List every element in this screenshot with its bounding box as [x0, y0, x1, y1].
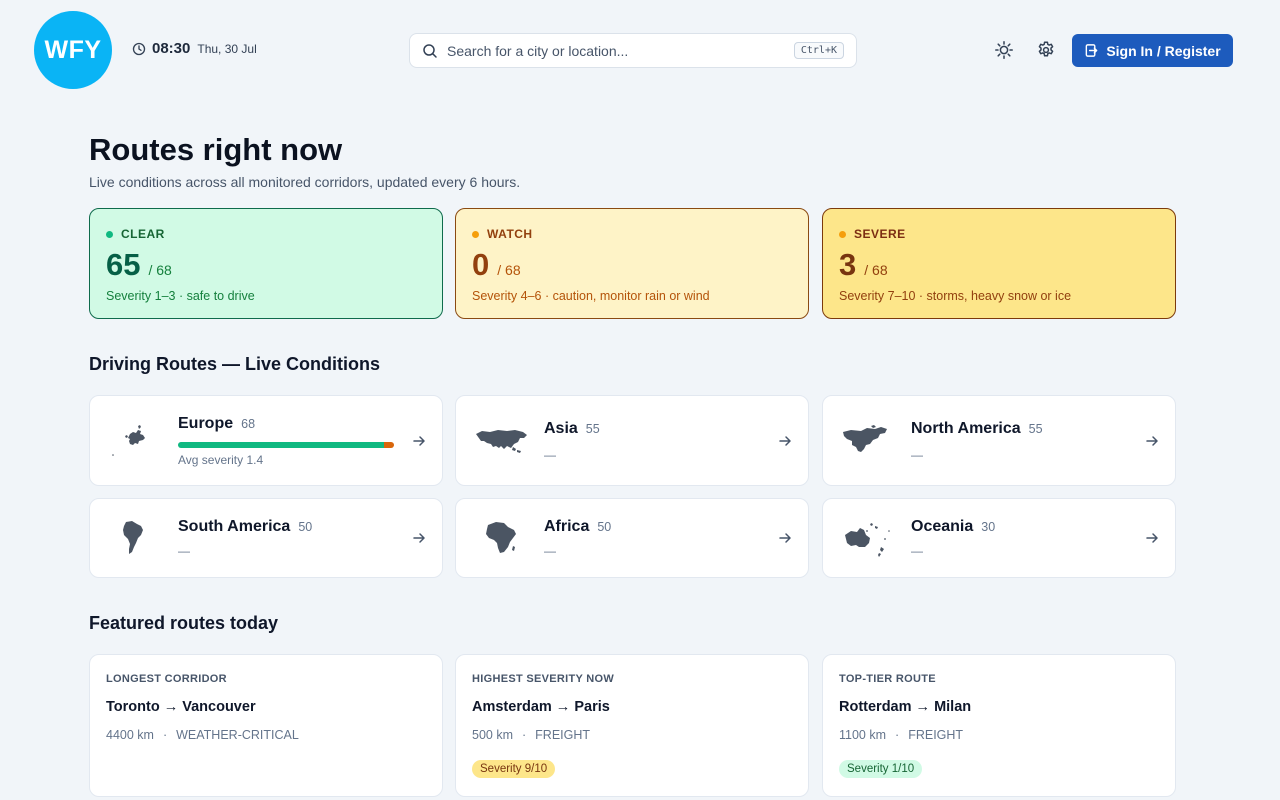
regions-section-title: Driving Routes — Live Conditions — [89, 354, 381, 374]
region-card-oceania[interactable]: Oceania 30 — — [822, 498, 1176, 578]
severity-bar — [178, 442, 394, 448]
region-count: 55 — [585, 422, 600, 436]
search-icon — [423, 43, 437, 58]
stat-description: Severity 4–6 · caution, monitor rain or … — [472, 289, 710, 303]
featured-tag: TOP-TIER ROUTE — [839, 673, 936, 685]
clock-time: 08:30 — [152, 40, 191, 57]
route-type: WEATHER-CRITICAL — [176, 728, 299, 742]
page-subtitle: Live conditions across all monitored cor… — [89, 174, 521, 190]
sign-in-button[interactable]: Sign In / Register — [1072, 34, 1233, 67]
severity-bar-severe — [384, 442, 394, 448]
featured-section-title: Featured routes today — [89, 613, 279, 633]
stat-label: WATCH — [487, 227, 533, 241]
region-count: 50 — [597, 520, 612, 534]
asia-map-icon — [476, 430, 527, 453]
region-subtitle: Avg severity 1.4 — [178, 453, 264, 467]
featured-card-highest-severity[interactable]: HIGHEST SEVERITY NOW Amsterdam → Paris 5… — [455, 654, 809, 797]
stat-value: 3 — [839, 247, 857, 282]
europe-map-icon — [112, 425, 145, 456]
region-subtitle: — — [544, 448, 556, 462]
stat-value: 0 — [472, 247, 490, 282]
page-title: Routes right now — [89, 132, 343, 167]
settings-button[interactable] — [1034, 38, 1058, 62]
region-card-europe[interactable]: Europe 68 Avg severity 1.4 — [89, 395, 443, 486]
stat-label: SEVERE — [854, 227, 906, 241]
watch-dot — [472, 230, 479, 238]
region-count: 50 — [298, 520, 313, 534]
stat-total: / 68 — [497, 262, 521, 278]
sign-in-icon — [1085, 44, 1098, 57]
south-america-map-icon — [123, 521, 143, 554]
top-bar: WFY 08:30 Thu, 30 Jul Ctrl+K Sign In / R… — [0, 0, 1280, 100]
region-count: 30 — [981, 520, 996, 534]
region-name: Europe — [178, 415, 234, 432]
route-type: FREIGHT — [908, 728, 964, 742]
featured-route: Amsterdam → Paris — [472, 699, 610, 715]
region-subtitle: — — [911, 448, 923, 462]
featured-tag: LONGEST CORRIDOR — [106, 673, 227, 685]
sign-in-label: Sign In / Register — [1106, 42, 1221, 59]
region-card-north-america[interactable]: North America 55 — — [822, 395, 1176, 486]
stat-description: Severity 1–3 · safe to drive — [106, 289, 255, 303]
region-name: Africa — [544, 518, 590, 535]
arrow-right-icon — [1146, 436, 1158, 446]
clock: 08:30 Thu, 30 Jul — [132, 40, 257, 57]
route-distance: 500 km — [472, 728, 513, 742]
region-card-africa[interactable]: Africa 50 — — [455, 498, 809, 578]
arrow-right-icon — [779, 436, 791, 446]
arrow-right-icon — [413, 533, 425, 543]
search-box[interactable]: Ctrl+K — [409, 33, 857, 68]
severity-badge: Severity 9/10 — [472, 760, 556, 778]
region-card-south-america[interactable]: South America 50 — — [89, 498, 443, 578]
search-input[interactable] — [447, 42, 794, 59]
severity-bar-clear — [178, 442, 385, 448]
featured-route: Toronto → Vancouver — [106, 699, 256, 715]
clock-icon — [132, 42, 146, 55]
region-name: North America — [911, 420, 1021, 437]
featured-tag: HIGHEST SEVERITY NOW — [472, 673, 615, 685]
gear-icon — [1038, 41, 1054, 57]
theme-toggle-button[interactable] — [992, 38, 1016, 62]
stat-total: / 68 — [148, 262, 172, 278]
arrow-right-icon — [1146, 533, 1158, 543]
region-name: South America — [178, 518, 291, 535]
meta-separator: · — [522, 728, 527, 742]
stat-label: CLEAR — [121, 227, 165, 241]
region-count: 68 — [241, 417, 256, 431]
region-subtitle: — — [911, 544, 923, 558]
africa-map-icon — [486, 522, 516, 553]
route-distance: 4400 km — [106, 728, 154, 742]
featured-card-top-tier[interactable]: TOP-TIER ROUTE Rotterdam → Milan 1100 km… — [822, 654, 1176, 797]
sun-icon — [995, 41, 1013, 59]
clock-date: Thu, 30 Jul — [197, 41, 257, 56]
clear-dot — [106, 230, 113, 238]
region-name: Oceania — [911, 518, 974, 535]
oceania-map-icon — [845, 523, 890, 557]
region-name: Asia — [544, 420, 578, 437]
route-type: FREIGHT — [535, 728, 591, 742]
stat-card-severe[interactable]: SEVERE 3 / 68 Severity 7–10 · storms, hea… — [822, 208, 1176, 319]
logo[interactable]: WFY — [34, 11, 112, 89]
route-distance: 1100 km — [839, 728, 887, 742]
stat-total: / 68 — [864, 262, 888, 278]
arrow-right-icon — [779, 533, 791, 543]
region-subtitle: — — [178, 544, 190, 558]
region-subtitle: — — [544, 544, 556, 558]
stat-description: Severity 7–10 · storms, heavy snow or ic… — [839, 289, 1072, 303]
search-shortcut: Ctrl+K — [793, 42, 844, 59]
severe-dot — [839, 230, 846, 238]
severity-badge: Severity 1/10 — [839, 760, 923, 778]
meta-separator: · — [895, 728, 900, 742]
region-card-asia[interactable]: Asia 55 — — [455, 395, 809, 486]
featured-card-longest[interactable]: LONGEST CORRIDOR Toronto → Vancouver 440… — [89, 654, 443, 797]
region-count: 55 — [1028, 422, 1043, 436]
featured-route: Rotterdam → Milan — [839, 699, 972, 715]
stat-card-clear[interactable]: CLEAR 65 / 68 Severity 1–3 · safe to driv… — [89, 208, 443, 319]
stat-value: 65 — [106, 247, 141, 282]
north-america-map-icon — [843, 425, 887, 452]
meta-separator: · — [162, 728, 168, 742]
stat-card-watch[interactable]: WATCH 0 / 68 Severity 4–6 · caution, moni… — [455, 208, 809, 319]
arrow-right-icon — [413, 436, 425, 446]
